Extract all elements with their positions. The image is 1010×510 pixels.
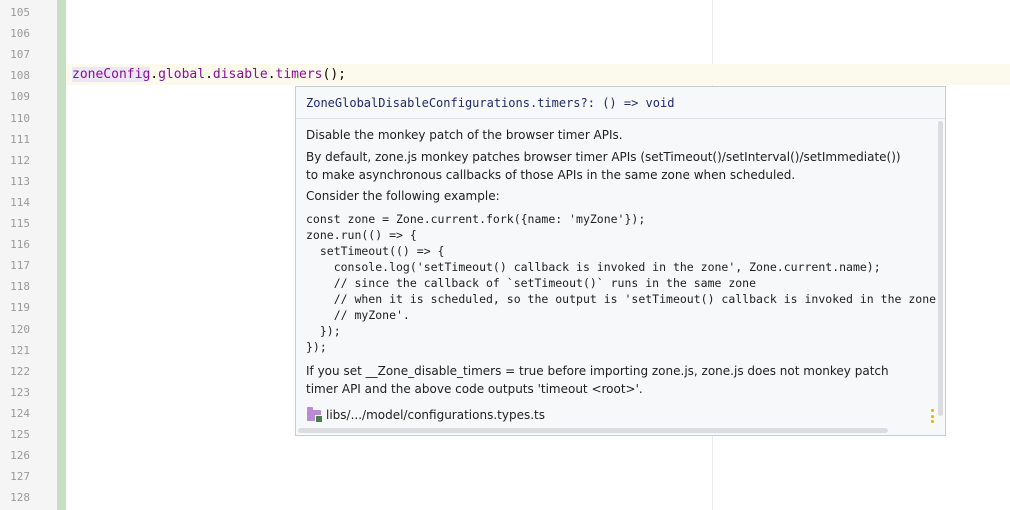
doc-source-link[interactable]: libs/.../model/configurations.types.ts [307, 406, 545, 424]
method-timers[interactable]: timers [276, 67, 323, 82]
line-number: 115 [10, 217, 30, 230]
line-number: 122 [10, 364, 30, 378]
line-number: 114 [10, 195, 30, 209]
line-number: 116 [10, 238, 30, 252]
line-number: 110 [10, 111, 30, 125]
line-number: 118 [10, 280, 30, 294]
line-number: 127 [10, 470, 30, 484]
code-dot: . [267, 67, 276, 82]
kebab-icon[interactable] [931, 409, 935, 423]
line-number: 124 [10, 406, 30, 420]
doc-summary: Disable the monkey patch of the browser … [306, 128, 623, 142]
code-example-line: zone.run(() => { [306, 228, 417, 242]
line-number: 105 [10, 6, 30, 19]
code-example-line: // since the callback of `setTimeout()` … [306, 276, 757, 290]
line-number: 113 [10, 174, 30, 188]
line-number: 117 [10, 259, 30, 273]
line-number: 108 [10, 69, 30, 83]
folder-icon [307, 406, 323, 423]
doc-paragraph-line: If you set __Zone_disable_timers = true … [306, 364, 889, 378]
doc-paragraph-line: to make asynchronous callbacks of those … [306, 168, 796, 182]
horizontal-scrollbar[interactable] [298, 428, 888, 433]
identifier-zoneconfig[interactable]: zoneConfig [72, 67, 151, 82]
line-number: 125 [10, 428, 30, 441]
line-number: 106 [10, 27, 30, 41]
popup-header: ZoneGlobalDisableConfigurations.timers?:… [296, 87, 945, 119]
line-number: 112 [10, 153, 30, 167]
line-number: 120 [10, 322, 30, 336]
line-number: 111 [10, 132, 30, 146]
line-number: 123 [10, 385, 30, 399]
code-example-line: // myZone'. [306, 308, 410, 322]
line-number: 126 [10, 449, 30, 463]
code-example-line: }); [306, 340, 327, 354]
code-example-line: const zone = Zone.current.fork({name: 'm… [306, 212, 646, 226]
line-number: 121 [10, 343, 30, 357]
code-example-line: console.log('setTimeout() callback is in… [306, 260, 881, 274]
gutter-change-marker [57, 0, 66, 510]
code-example-line: }); [306, 324, 341, 338]
vertical-scrollbar[interactable] [938, 121, 943, 416]
doc-paragraph-line: timer API and the above code outputs 'ti… [306, 382, 643, 396]
doc-code-example: const zone = Zone.current.fork({name: 'm… [306, 211, 936, 355]
quick-documentation-popup[interactable]: ZoneGlobalDisableConfigurations.timers?:… [295, 86, 946, 436]
line-number: 119 [10, 301, 30, 315]
doc-paragraph: Consider the following example: [306, 189, 500, 203]
property-disable[interactable]: disable [213, 67, 268, 82]
code-line-108[interactable]: zoneConfig.global.disable.timers(); [72, 66, 346, 83]
doc-paragraph-line: By default, zone.js monkey patches brows… [306, 150, 901, 164]
line-number: 107 [10, 48, 30, 62]
code-example-line: setTimeout(() => { [306, 244, 445, 258]
source-path[interactable]: libs/.../model/configurations.types.ts [326, 408, 545, 422]
code-dot: . [205, 67, 213, 82]
line-number: 128 [10, 491, 30, 505]
code-example-line: // when it is scheduled, so the output i… [306, 292, 937, 306]
property-global[interactable]: global [158, 67, 205, 82]
code-dot: . [150, 67, 159, 82]
doc-signature: ZoneGlobalDisableConfigurations.timers?:… [306, 96, 675, 110]
line-number: 109 [10, 90, 30, 104]
call-parens: (); [322, 67, 346, 82]
